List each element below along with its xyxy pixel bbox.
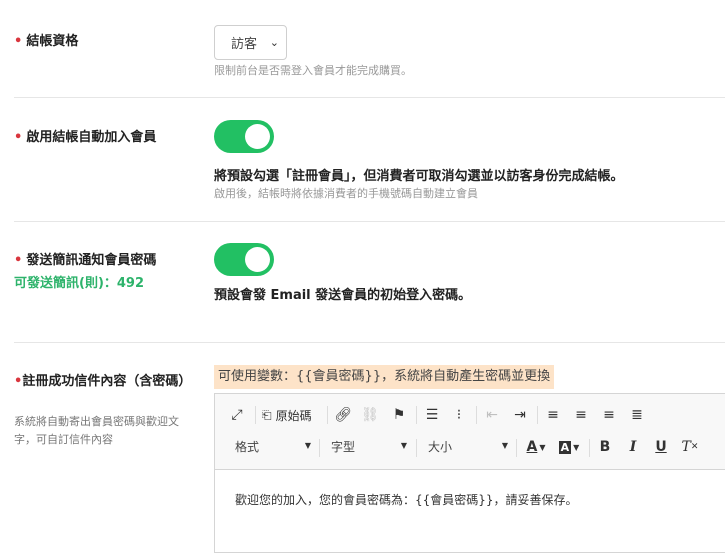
background-color-icon: A [558,440,572,454]
required-marker: • [14,130,23,145]
auto-join-label: • 啟用結帳自動加入會員 [14,130,157,145]
toolbar-separator [416,406,417,424]
sms-quota: 可發送簡訊(則)：492 [14,276,145,291]
checkout-eligibility-label: • 結帳資格 [14,34,79,49]
sms-password-label: • 發送簡訊通知會員密碼 [14,253,157,268]
source-button[interactable]: ⎗ 原始碼 [262,405,312,425]
align-left-icon[interactable]: ≡ [544,405,562,425]
size-dropdown[interactable]: 大小 ▼ [428,438,508,458]
rich-text-editor: ⤢ ⎗ 原始碼 🔗︎ ⛓︎ ⚑ ☰ ⁝ ⇤ ⇥ ≡ ≡ ≡ ≣ 格式 ▼ 字型 … [214,393,725,553]
caret-down-icon: ▼ [400,441,407,450]
editor-toolbar: ⤢ ⎗ 原始碼 🔗︎ ⛓︎ ⚑ ☰ ⁝ ⇤ ⇥ ≡ ≡ ≡ ≣ 格式 ▼ 字型 … [215,394,725,470]
align-right-icon[interactable]: ≡ [600,405,618,425]
toolbar-separator [319,439,320,457]
checkout-eligibility-help: 限制前台是否需登入會員才能完成購買。 [214,64,412,77]
editor-content[interactable]: 歡迎您的加入，您的會員密碼為：{{會員密碼}}，請妥善保存。 [235,491,578,508]
toolbar-separator [416,439,417,457]
sms-password-toggle[interactable] [214,243,274,276]
caret-down-icon: ▼ [304,441,311,450]
align-center-icon[interactable]: ≡ [572,405,590,425]
indent-icon[interactable]: ⇥ [511,405,529,425]
toolbar-separator [516,439,517,457]
source-icon: ⎗ [262,407,272,422]
auto-join-help: 啟用後，結帳時將依據消費者的手機號碼自動建立會員 [214,187,478,200]
toolbar-separator [537,406,538,424]
caret-down-icon: ▼ [539,442,546,452]
numbered-list-icon[interactable]: ☰ [423,405,441,425]
chevron-down-icon: ⌄ [269,36,279,49]
toggle-knob [245,124,270,149]
clear-format-icon[interactable]: T ✕ [681,437,699,457]
variable-hint: 可使用變數：{{會員密碼}}，系統將自動產生密碼並更換 [214,365,555,389]
unlink-icon[interactable]: ⛓︎ [361,405,379,425]
flag-icon[interactable]: ⚑ [390,405,408,425]
text-color-icon: A [526,439,538,455]
bulleted-list-icon[interactable]: ⁝ [450,405,468,425]
toolbar-separator [327,406,328,424]
maximize-icon[interactable]: ⤢ [229,405,245,425]
caret-down-icon: ▼ [501,441,508,450]
toolbar-separator [255,406,256,424]
signup-email-sublabel: 系統將自動寄出會員密碼與歡迎文字，可自訂信件內容 [14,415,179,446]
select-value: 訪客 [231,37,258,52]
outdent-icon[interactable]: ⇤ [483,405,501,425]
font-dropdown[interactable]: 字型 ▼ [331,438,407,458]
link-icon[interactable]: 🔗︎ [334,405,352,425]
divider [14,221,725,222]
text-color-button[interactable]: A ▼ [524,437,548,457]
required-marker: • [14,34,23,49]
signup-email-label: •註冊成功信件內容（含密碼） [14,374,192,389]
auto-join-description: 將預設勾選「註冊會員」，但消費者可取消勾選並以訪客身份完成結帳。 [214,169,624,184]
toggle-knob [245,247,270,272]
sms-password-description: 預設會發 Email 發送會員的初始登入密碼。 [214,288,472,303]
bold-icon[interactable]: B [597,437,613,457]
justify-icon[interactable]: ≣ [628,405,646,425]
format-dropdown[interactable]: 格式 ▼ [235,438,311,458]
toolbar-separator [589,439,590,457]
required-marker: • [14,253,23,268]
auto-join-toggle[interactable] [214,120,274,153]
underline-icon[interactable]: U [653,437,669,457]
toolbar-separator [476,406,477,424]
checkout-eligibility-select[interactable]: 訪客 ⌄ [214,25,287,60]
caret-down-icon: ▼ [573,442,580,452]
divider [14,342,725,343]
divider [14,97,725,98]
background-color-button[interactable]: A ▼ [556,437,582,457]
italic-icon[interactable]: I [625,437,641,457]
